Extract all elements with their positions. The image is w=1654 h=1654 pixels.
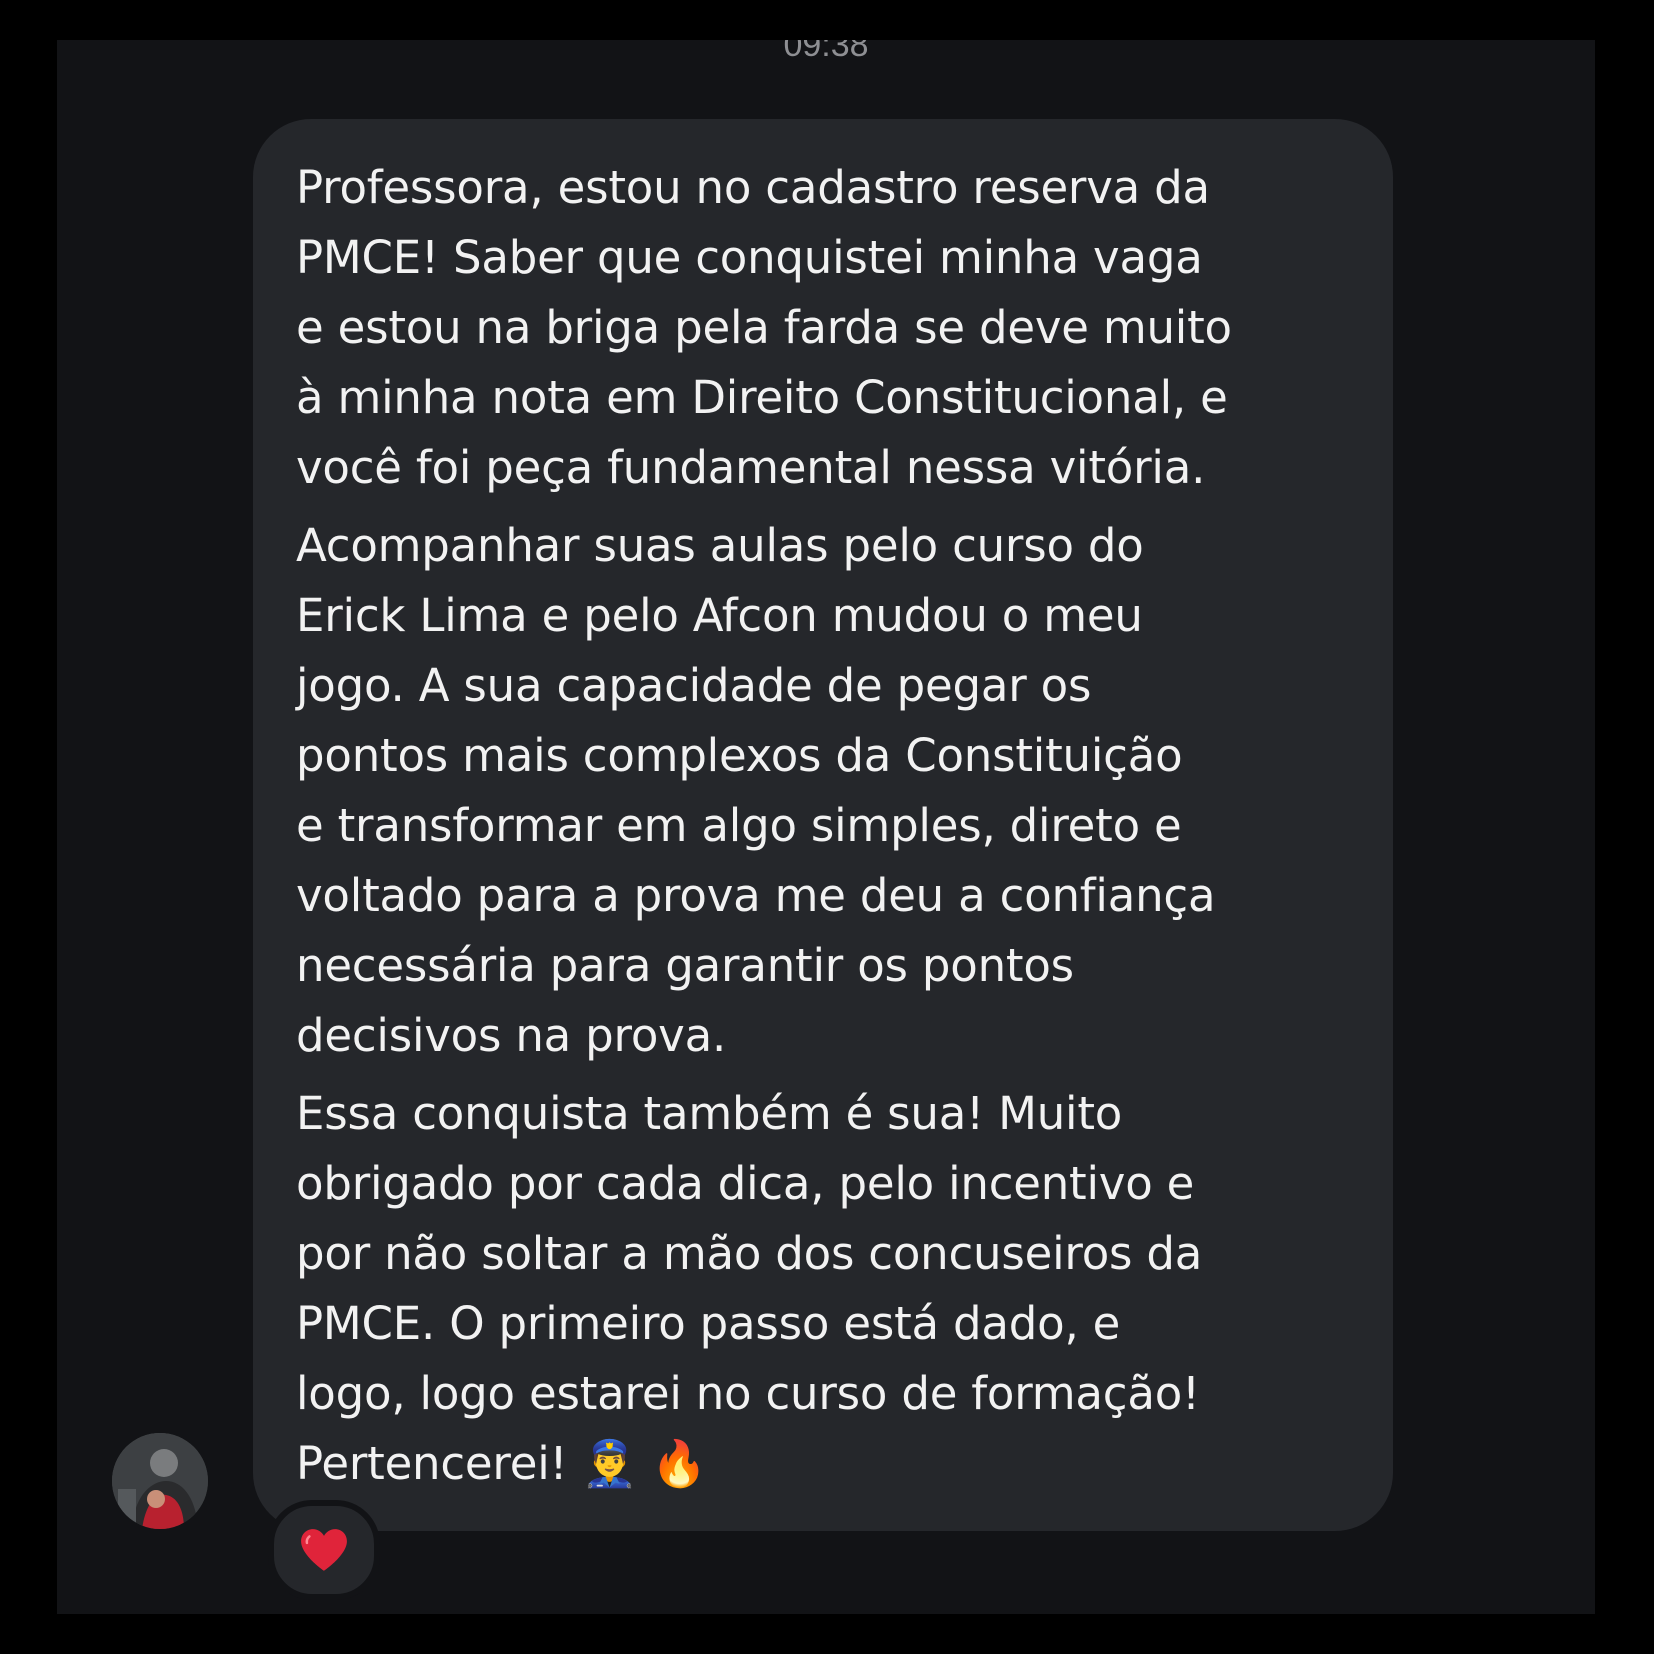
heart-reaction[interactable] xyxy=(268,1500,380,1600)
sender-avatar[interactable] xyxy=(112,1433,208,1529)
message-bubble[interactable]: Professora, estou no cadastro reserva da… xyxy=(253,119,1393,1531)
message-paragraph: Acompanhar suas aulas pelo curso do Eric… xyxy=(296,519,1216,1062)
avatar-photo-icon xyxy=(112,1433,208,1529)
red-heart-icon xyxy=(301,1529,347,1571)
message-timestamp: 09:38 xyxy=(783,40,869,64)
chat-screen: 09:38 Professora, estou no cadastro rese… xyxy=(57,40,1595,1614)
message-paragraph: Essa conquista também é sua! Muito obrig… xyxy=(296,1087,1203,1490)
message-paragraph: Professora, estou no cadastro reserva da… xyxy=(296,161,1232,494)
